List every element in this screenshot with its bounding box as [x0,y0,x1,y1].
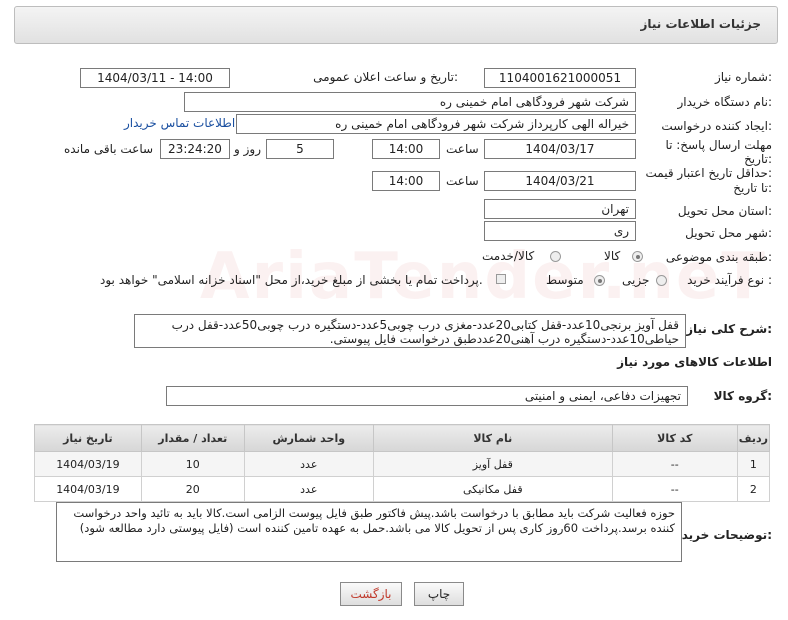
buyer-notes-label: توضیحات خریدار: [670,528,772,542]
goods-group-label: گروه کالا: [713,389,772,403]
process-radio-medium[interactable] [594,275,605,286]
col-name-header: نام کالا [372,424,613,452]
days-label: روز و [234,142,261,156]
col-unit-header: واحد شمارش [243,424,374,452]
category-radio-goods[interactable] [632,251,643,262]
deadline-label-2: تاریخ: [744,152,772,166]
page-title: جزئیات اطلاعات نیاز [640,17,761,31]
cell-row: 1 [736,451,771,477]
cell-qty: 10 [140,451,245,477]
table-header-row: ردیف کد کالا نام کالا واحد شمارش تعداد /… [34,424,771,452]
creator-label: ایجاد کننده درخواست: [661,119,772,133]
payment-note: پرداخت تمام یا بخشی از مبلغ خرید،از محل … [100,273,483,287]
deadline-time-field: 14:00 [372,139,440,159]
cell-date: 1404/03/19 [34,451,142,477]
buyer-notes-field: حوزه فعالیت شرکت باید مطابق با درخواست ب… [56,502,682,562]
col-date-header: تاریخ نیاز [34,424,142,452]
validity-time-label: ساعت [446,174,479,188]
table-row: 1 -- قفل آویز عدد 10 1404/03/19 [34,451,771,477]
buyer-contact-link[interactable]: اطلاعات تماس خریدار [124,116,235,130]
province-label: استان محل تحویل: [677,204,772,218]
buyer-org-field: شرکت شهر فرودگاهی امام خمینی ره [184,92,636,112]
items-table: ردیف کد کالا نام کالا واحد شمارش تعداد /… [34,424,771,502]
cell-unit: عدد [243,451,374,477]
validity-date-field: 1404/03/21 [484,171,636,191]
col-row-header: ردیف [736,424,771,452]
process-label: نوع فرآیند خرید : [687,273,772,287]
table-row: 2 -- قفل مکانیکی عدد 20 1404/03/19 [34,476,771,502]
province-field: تهران [484,199,636,219]
panel-header: جزئیات اطلاعات نیاز [14,6,778,44]
col-code-header: کد کالا [611,424,738,452]
announce-field: 1404/03/11 - 14:00 [80,68,230,88]
print-button[interactable]: چاپ [414,582,464,606]
validity-label-1: حداقل تاریخ اعتبار قیمت: [645,166,772,180]
validity-label-2: تا تاریخ: [733,181,772,195]
cell-row: 2 [736,476,771,502]
need-number-field: 1104001621000051 [484,68,636,88]
description-label: شرح کلی نیاز: [686,322,772,336]
category-label: طبقه بندی موضوعی: [665,250,772,264]
cell-code: -- [611,451,738,477]
need-number-label: شماره نیاز: [714,70,772,84]
category-radio-goods-service[interactable] [550,251,561,262]
cell-code: -- [611,476,738,502]
cell-qty: 20 [140,476,245,502]
category-option-goods: کالا [604,249,621,263]
process-option-small: جزیی [622,273,650,287]
city-label: شهر محل تحویل: [685,226,772,240]
city-field: ری [484,221,636,241]
days-field: 5 [266,139,334,159]
back-button[interactable]: بازگشت [340,582,402,606]
remaining-time-field: 23:24:20 [160,139,230,159]
cell-name: قفل آویز [372,451,613,477]
deadline-date-field: 1404/03/17 [484,139,636,159]
process-radio-small[interactable] [656,275,667,286]
remaining-label: ساعت باقی مانده [64,142,154,156]
process-option-medium: متوسط [546,273,584,287]
deadline-time-label: ساعت [446,142,479,156]
goods-group-field: تجهیزات دفاعی، ایمنی و امنیتی [166,386,688,406]
treasury-checkbox[interactable] [496,274,506,284]
buyer-org-label: نام دستگاه خریدار: [677,95,773,109]
cell-unit: عدد [243,476,374,502]
description-field: قفل آویز برنجی10عدد-قفل کتابی20عدد-مغزی … [134,314,686,348]
category-option-goods-service: کالا/خدمت [482,249,535,263]
deadline-label-1: مهلت ارسال پاسخ: تا [665,138,772,152]
cell-date: 1404/03/19 [34,476,142,502]
creator-field: خیراله الهی کارپرداز شرکت شهر فرودگاهی ا… [236,114,636,134]
announce-label: تاریخ و ساعت اعلان عمومی: [313,70,458,84]
cell-name: قفل مکانیکی [372,476,613,502]
col-qty-header: تعداد / مقدار [140,424,245,452]
goods-info-title: اطلاعات کالاهای مورد نیاز [617,355,772,369]
validity-time-field: 14:00 [372,171,440,191]
